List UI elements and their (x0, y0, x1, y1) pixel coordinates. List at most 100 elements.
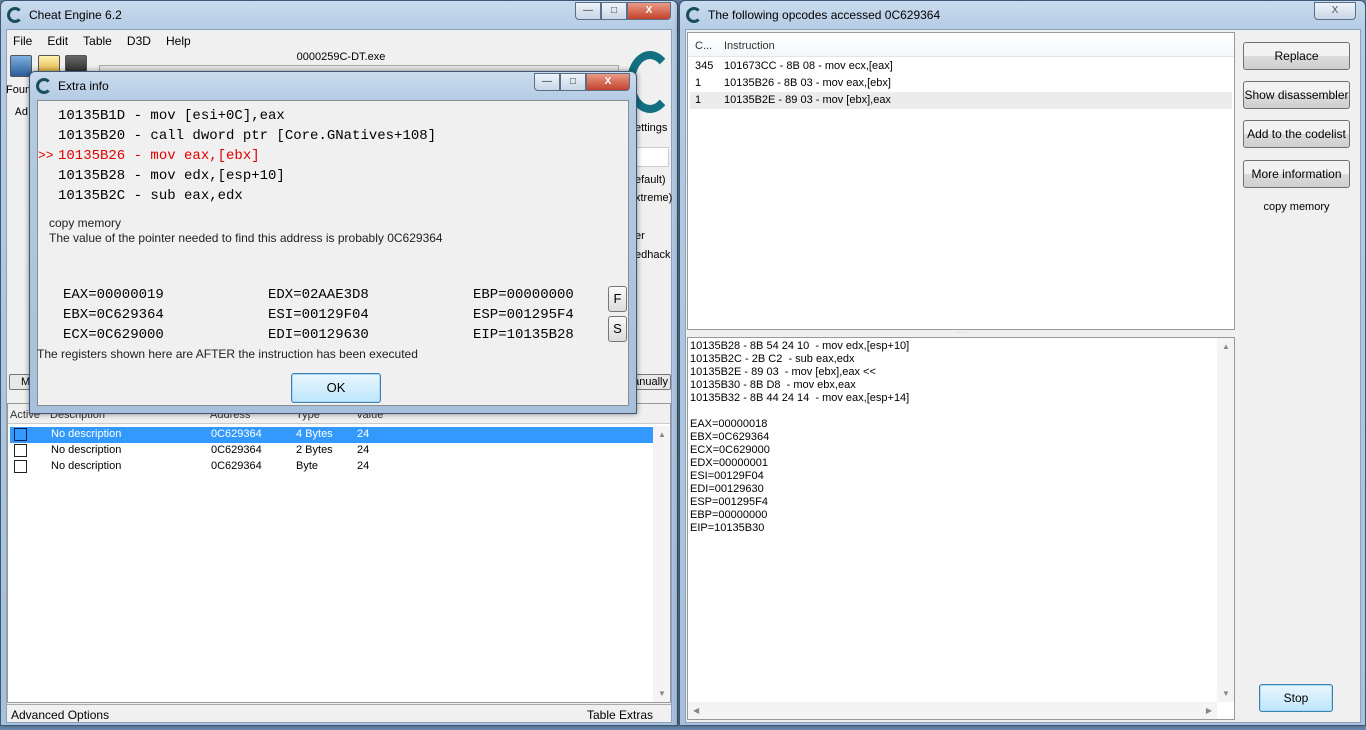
menu-bar: File Edit Table D3D Help (7, 31, 671, 51)
active-checkbox[interactable] (14, 460, 27, 473)
menu-edit[interactable]: Edit (41, 31, 74, 51)
table-extras-button[interactable]: Table Extras (587, 708, 653, 722)
asm-line: 10135B1D - mov [esi+0C],eax (58, 108, 285, 124)
extra-info-title: Extra info (58, 79, 109, 93)
scroll-up-icon[interactable]: ▲ (658, 430, 666, 439)
asm-listing: 10135B1D - mov [esi+0C],eax 10135B20 - c… (38, 101, 628, 211)
panel-splitter[interactable]: ······ (687, 330, 1235, 337)
speedhack-option[interactable]: edhack (635, 249, 670, 261)
scroll-up-icon[interactable]: ▲ (1222, 342, 1230, 351)
opcode-instruction: 101673CC - 8B 08 - mov ecx,[eax] (724, 60, 893, 72)
main-titlebar[interactable]: Cheat Engine 6.2 — □ X (1, 1, 677, 29)
table-row[interactable]: No description 0C629364 Byte 24 (10, 459, 654, 475)
disasm-line: 10135B28 - 8B 54 24 10 - mov edx,[esp+10… (690, 340, 910, 352)
close-button[interactable]: X (627, 2, 671, 20)
row-value: 24 (357, 460, 370, 472)
close-button[interactable]: X (1314, 2, 1356, 20)
register-ebx: EBX=0C629364 (63, 307, 164, 323)
column-instruction[interactable]: Instruction (724, 40, 775, 52)
menu-d3d[interactable]: D3D (121, 31, 157, 51)
process-name: 0000259C-DT.exe (296, 51, 386, 63)
asm-line: 10135B20 - call dword ptr [Core.GNatives… (58, 128, 437, 144)
scroll-right-icon[interactable]: ▶ (1206, 706, 1212, 715)
ok-button[interactable]: OK (291, 373, 381, 403)
minimize-button[interactable]: — (575, 2, 601, 20)
register-line: ECX=0C629000 (690, 444, 770, 456)
register-line: ESP=001295F4 (690, 496, 768, 508)
opcode-list-header: C... Instruction (688, 33, 1234, 57)
opcode-comment: copy memory (1263, 201, 1330, 213)
address-table-scrollbar[interactable]: ▲ ▼ (653, 426, 670, 702)
opcode-list: C... Instruction 345 101673CC - 8B 08 - … (687, 32, 1235, 330)
settings-label[interactable]: ettings (635, 122, 667, 134)
maximize-button[interactable]: □ (601, 2, 627, 20)
register-edx: EDX=02AAE3D8 (268, 287, 369, 303)
column-count[interactable]: C... (695, 40, 712, 52)
minimize-button[interactable]: — (534, 73, 560, 91)
extra-info-titlebar[interactable]: Extra info — □ X (30, 72, 636, 100)
status-bar: Advanced Options Table Extras (7, 704, 671, 722)
scroll-left-icon[interactable]: ◀ (693, 706, 699, 715)
opcodes-titlebar[interactable]: The following opcodes accessed 0C629364 … (680, 1, 1365, 29)
opcode-count: 1 (695, 94, 702, 106)
add-to-codelist-button[interactable]: Add to the codelist (1243, 120, 1350, 148)
active-checkbox[interactable] (14, 444, 27, 457)
table-row[interactable]: No description 0C629364 4 Bytes 24 (10, 427, 654, 443)
cheat-engine-icon (36, 78, 52, 94)
asm-line: 10135B2C - sub eax,edx (58, 188, 243, 204)
disasm-line: 10135B2C - 2B C2 - sub eax,edx (690, 353, 855, 365)
row-value: 24 (357, 428, 370, 440)
disasm-horizontal-scrollbar[interactable]: ◀ ▶ (688, 702, 1217, 719)
menu-file[interactable]: File (7, 31, 38, 51)
menu-table[interactable]: Table (77, 31, 118, 51)
register-line: ESI=00129F04 (690, 470, 764, 482)
close-button[interactable]: X (586, 73, 630, 91)
comment-text: copy memory (49, 216, 122, 230)
advanced-options-button[interactable]: Advanced Options (11, 708, 109, 722)
disasm-vertical-scrollbar[interactable]: ▲ ▼ (1217, 338, 1234, 702)
replace-button[interactable]: Replace (1243, 42, 1350, 70)
active-checkbox[interactable] (14, 428, 27, 441)
maximize-button[interactable]: □ (560, 73, 586, 91)
more-information-button[interactable]: More information (1243, 160, 1350, 188)
show-disassembler-button[interactable]: Show disassembler (1243, 81, 1350, 109)
row-address: 0C629364 (211, 428, 262, 440)
row-value: 24 (357, 444, 370, 456)
address-list-header: Ad (15, 107, 29, 119)
opcode-row[interactable]: 345 101673CC - 8B 08 - mov ecx,[eax] (690, 58, 1232, 75)
cheat-engine-icon (7, 7, 23, 23)
float-registers-button[interactable]: F (608, 286, 627, 312)
register-line: EBX=0C629364 (690, 431, 770, 443)
register-line: EAX=00000018 (690, 418, 768, 430)
row-type: 2 Bytes (296, 444, 333, 456)
register-line: EBP=00000000 (690, 509, 768, 521)
register-ecx: ECX=0C629000 (63, 327, 164, 343)
register-esp: ESP=001295F4 (473, 307, 574, 323)
extreme-option[interactable]: xtreme) (635, 192, 672, 204)
disasm-line: 10135B30 - 8B D8 - mov ebx,eax (690, 379, 856, 391)
table-row[interactable]: No description 0C629364 2 Bytes 24 (10, 443, 654, 459)
opcode-row[interactable]: 1 10135B2E - 89 03 - mov [ebx],eax (690, 92, 1232, 109)
register-line: EDI=00129630 (690, 483, 764, 495)
row-type: Byte (296, 460, 319, 472)
scroll-down-icon[interactable]: ▼ (658, 689, 666, 698)
default-option[interactable]: efault) (635, 174, 666, 186)
row-address: 0C629364 (211, 444, 262, 456)
cheat-engine-icon (686, 7, 702, 23)
stop-button[interactable]: Stop (1259, 684, 1333, 712)
asm-line-current: 10135B26 - mov eax,[ebx] (58, 148, 260, 164)
disasm-line: 10135B32 - 8B 44 24 14 - mov eax,[esp+14… (690, 392, 910, 404)
row-description: No description (51, 460, 122, 472)
scroll-down-icon[interactable]: ▼ (1222, 689, 1230, 698)
disasm-line: 10135B2E - 89 03 - mov [ebx],eax << (690, 366, 876, 378)
stack-button[interactable]: S (608, 316, 627, 342)
pointer-hint-text: The value of the pointer needed to find … (49, 231, 443, 245)
opcode-count: 1 (695, 77, 702, 89)
opcodes-window-title: The following opcodes accessed 0C629364 (708, 8, 941, 22)
registers-note: The registers shown here are AFTER the i… (37, 347, 418, 361)
opcode-row[interactable]: 1 10135B26 - 8B 03 - mov eax,[ebx] (690, 75, 1232, 92)
menu-help[interactable]: Help (160, 31, 197, 51)
opcode-count: 345 (695, 60, 714, 72)
register-esi: ESI=00129F04 (268, 307, 369, 323)
value-input[interactable] (635, 147, 669, 167)
